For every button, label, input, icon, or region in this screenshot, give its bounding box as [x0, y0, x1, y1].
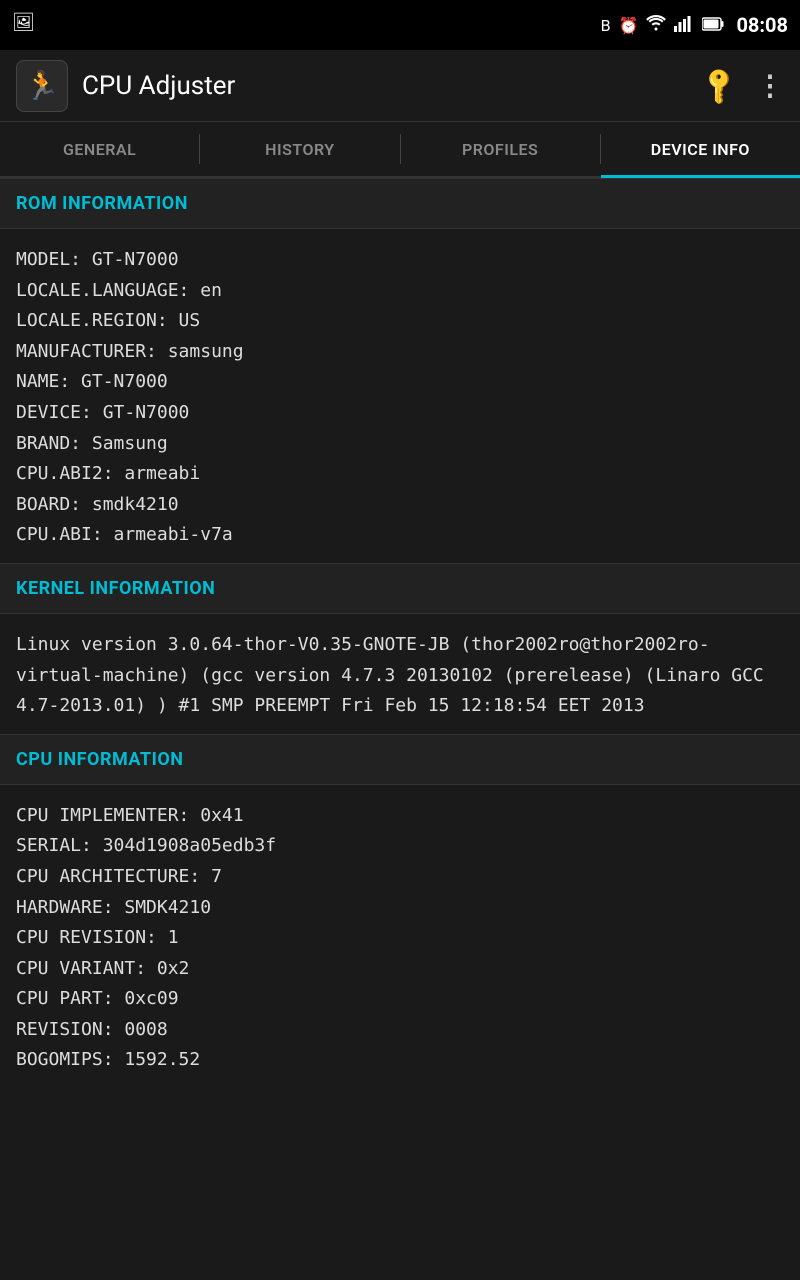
cpu-implementer: CPU IMPLEMENTER: 0x41 [16, 801, 784, 832]
rom-brand: BRAND: Samsung [16, 429, 784, 460]
alarm-icon: ⏰ [619, 16, 639, 35]
tab-bar: GENERAL HISTORY PROFILES DEVICE INFO [0, 122, 800, 178]
rom-name: NAME: GT-N7000 [16, 367, 784, 398]
kernel-information-header: KERNEL INFORMATION [0, 563, 800, 614]
app-bar: 🏃 CPU Adjuster 🔑 ⋮ [0, 50, 800, 122]
tab-profiles[interactable]: PROFILES [401, 122, 600, 176]
content-area: ROM INFORMATION MODEL: GT-N7000 LOCALE.L… [0, 178, 800, 1280]
cpu-hardware: HARDWARE: SMDK4210 [16, 893, 784, 924]
rom-information-block: MODEL: GT-N7000 LOCALE.LANGUAGE: en LOCA… [0, 229, 800, 563]
cpu-information-header: CPU INFORMATION [0, 734, 800, 785]
notification-area: 🖼 [12, 12, 35, 33]
app-title: CPU Adjuster [82, 71, 684, 101]
tab-general[interactable]: GENERAL [0, 122, 199, 176]
kernel-information-block: Linux version 3.0.64-thor-V0.35-GNOTE-JB… [0, 614, 800, 734]
battery-icon [702, 16, 724, 35]
wifi-icon [646, 15, 666, 35]
tab-history[interactable]: HISTORY [200, 122, 399, 176]
cpu-architecture: CPU ARCHITECTURE: 7 [16, 862, 784, 893]
cpu-part: CPU PART: 0xc09 [16, 984, 784, 1015]
rom-device: DEVICE: GT-N7000 [16, 398, 784, 429]
rom-locale-region: LOCALE.REGION: US [16, 306, 784, 337]
search-key-icon[interactable]: 🔑 [698, 63, 742, 107]
overflow-menu-icon[interactable]: ⋮ [756, 69, 784, 102]
bluetooth-icon: B [601, 16, 611, 35]
rom-locale-lang: LOCALE.LANGUAGE: en [16, 276, 784, 307]
cpu-bogomips: BOGOMIPS: 1592.52 [16, 1045, 784, 1076]
cpu-information-block: CPU IMPLEMENTER: 0x41 SERIAL: 304d1908a0… [0, 785, 800, 1088]
status-bar: 🖼 B ⏰ 08:08 [0, 0, 800, 50]
rom-cpu-abi: CPU.ABI: armeabi-v7a [16, 520, 784, 551]
app-icon: 🏃 [16, 60, 68, 112]
status-time: 08:08 [736, 13, 788, 37]
cpu-revision2: REVISION: 0008 [16, 1015, 784, 1046]
cpu-variant: CPU VARIANT: 0x2 [16, 954, 784, 985]
rom-board: BOARD: smdk4210 [16, 490, 784, 521]
rom-cpu-abi2: CPU.ABI2: armeabi [16, 459, 784, 490]
kernel-version: Linux version 3.0.64-thor-V0.35-GNOTE-JB… [16, 630, 784, 722]
rom-model: MODEL: GT-N7000 [16, 245, 784, 276]
cpu-serial: SERIAL: 304d1908a05edb3f [16, 831, 784, 862]
signal-icon [674, 14, 694, 36]
rom-manufacturer: MANUFACTURER: samsung [16, 337, 784, 368]
cpu-revision: CPU REVISION: 1 [16, 923, 784, 954]
rom-information-header: ROM INFORMATION [0, 178, 800, 229]
tab-device-info[interactable]: DEVICE INFO [601, 122, 800, 176]
